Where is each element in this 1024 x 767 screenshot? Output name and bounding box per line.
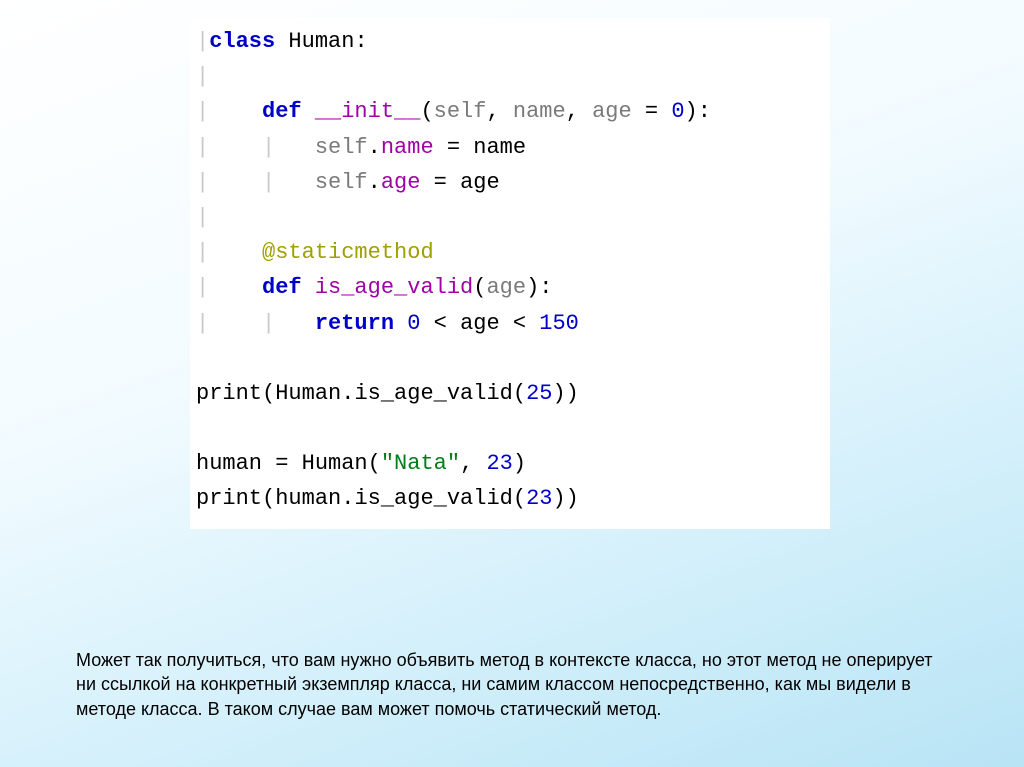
kw-def: def xyxy=(262,99,302,124)
class-name: Human xyxy=(288,29,354,54)
code-snippet: |class Human: | | def __init__(self, nam… xyxy=(190,18,830,529)
explanation-paragraph: Может так получиться, что вам нужно объя… xyxy=(76,648,948,721)
kw-class: class xyxy=(209,29,275,54)
code-pre: |class Human: | | def __init__(self, nam… xyxy=(196,24,824,517)
fn-is-age-valid: is_age_valid xyxy=(315,275,473,300)
decorator: @staticmethod xyxy=(262,240,434,265)
string-literal: "Nata" xyxy=(381,451,460,476)
fn-init: __init__ xyxy=(315,99,421,124)
slide: |class Human: | | def __init__(self, nam… xyxy=(0,0,1024,767)
